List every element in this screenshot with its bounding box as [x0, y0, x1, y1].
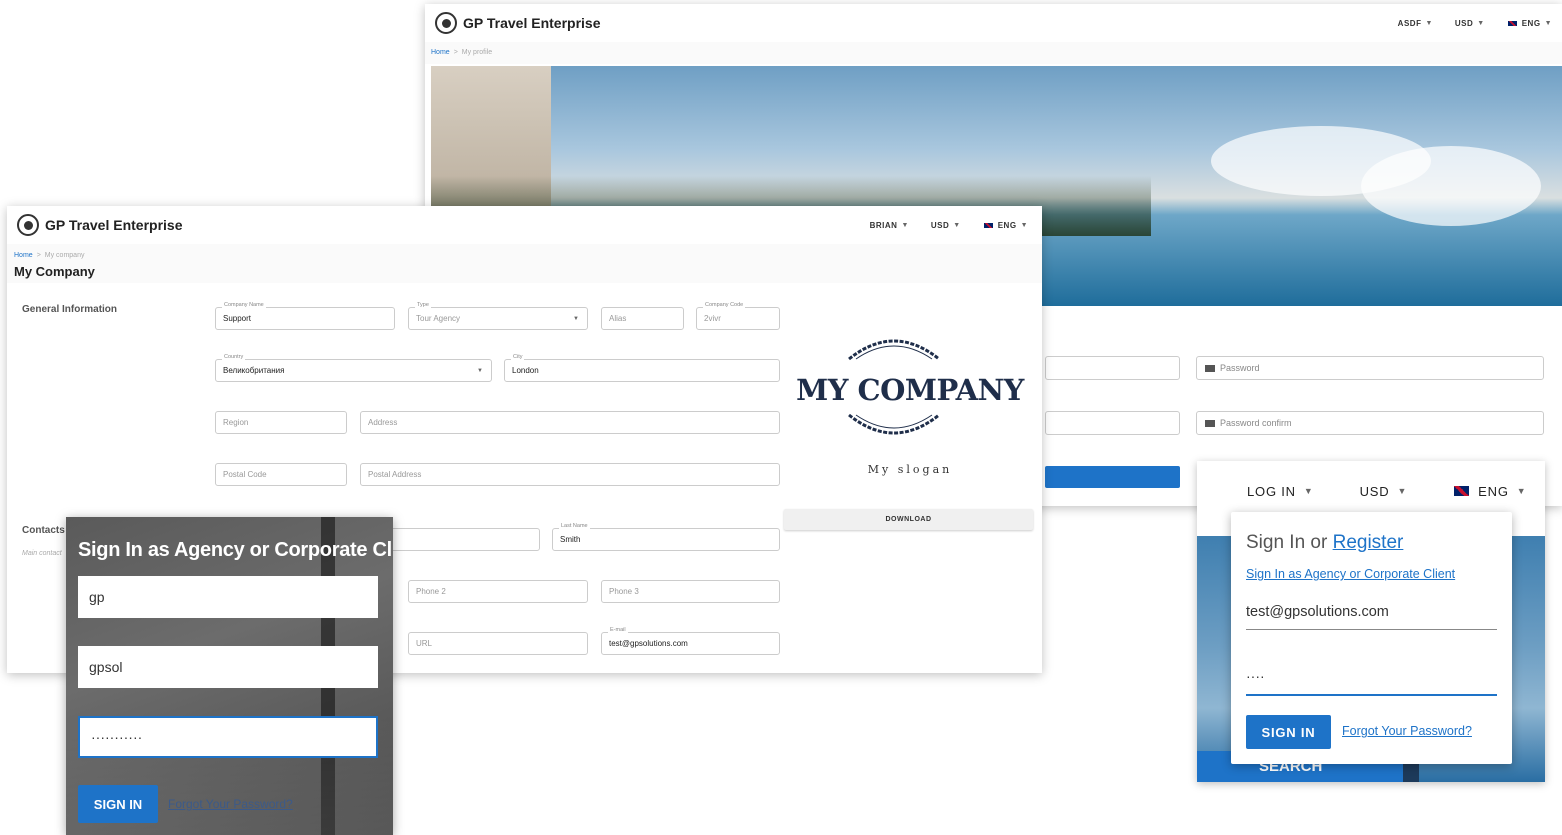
company-code-field[interactable]: Company Code 2vivr	[696, 302, 780, 330]
sign-in-button[interactable]: SIGN IN	[1246, 715, 1331, 749]
email-field[interactable]: E-mail test@gpsolutions.com	[601, 627, 780, 655]
dropdown-arrow-icon: ▼	[573, 315, 579, 322]
breadcrumb: Home > My profile	[425, 42, 1562, 64]
chevron-down-icon: ▼	[901, 221, 909, 229]
profile-save-button[interactable]	[1045, 466, 1180, 488]
page-title: My Company	[14, 264, 95, 279]
breadcrumb-home[interactable]: Home	[14, 252, 33, 259]
login-popup: Sign In or Register Sign In as Agency or…	[1231, 512, 1512, 764]
profile-topbar: GP Travel Enterprise ASDF ▼ USD ▼ ENG ▼	[425, 4, 1562, 42]
login-window: LOG IN ▼ USD ▼ ENG ▼ SEARCH Sign In or Regi…	[1197, 461, 1545, 782]
chevron-down-icon: ▼	[1477, 19, 1485, 27]
language-menu[interactable]: ENG ▼	[982, 221, 1028, 230]
envelope-icon	[1205, 364, 1215, 372]
login-menu[interactable]: LOG IN ▼	[1247, 484, 1314, 499]
password-input[interactable]: ····	[1246, 668, 1497, 696]
chevron-down-icon: ▼	[953, 221, 961, 229]
city-field[interactable]: City London	[504, 354, 780, 382]
forgot-password-link[interactable]: Forgot Your Password?	[1342, 724, 1472, 738]
currency-menu[interactable]: USD ▼	[1455, 19, 1485, 28]
envelope-icon	[1205, 419, 1215, 427]
agency-code-input[interactable]: gp	[78, 576, 378, 618]
chevron-down-icon: ▼	[1397, 486, 1408, 496]
contacts-heading: Contacts	[22, 525, 65, 536]
phone3-field[interactable]: Phone 3	[601, 580, 780, 603]
profile-field-left-1[interactable]	[1045, 356, 1180, 380]
address-field[interactable]: Address	[360, 411, 780, 434]
breadcrumb-home[interactable]: Home	[431, 49, 450, 56]
logo-name: MY COMPANY	[796, 373, 1024, 407]
chevron-down-icon: ▼	[1516, 486, 1527, 496]
sign-in-button[interactable]: SIGN IN	[78, 785, 158, 823]
agency-signin-link[interactable]: Sign In as Agency or Corporate Client	[1246, 567, 1455, 581]
agency-signin-title: Sign In as Agency or Corporate Client	[78, 539, 393, 561]
brand[interactable]: GP Travel Enterprise	[17, 214, 182, 236]
chevron-down-icon: ▼	[1425, 19, 1433, 27]
company-topbar: GP Travel Enterprise BRIAN ▼ USD ▼ ENG ▼	[7, 206, 1042, 244]
agency-signin-window: Sign In as Agency or Corporate Client gp…	[66, 517, 393, 835]
brand[interactable]: GP Travel Enterprise	[435, 12, 600, 34]
logo-bottom-arc-icon	[848, 413, 940, 435]
brand-logo-icon	[435, 12, 457, 34]
forgot-password-link[interactable]: Forgot Your Password?	[168, 797, 293, 811]
currency-menu[interactable]: USD ▼	[931, 221, 961, 230]
country-select[interactable]: Country Великобритания ▼	[215, 354, 492, 382]
password-input[interactable]: ···········	[78, 716, 378, 758]
postal-address-field[interactable]: Postal Address	[360, 463, 780, 486]
password-field[interactable]: Password	[1196, 356, 1544, 380]
general-info-heading: General Information	[22, 304, 118, 315]
company-logo: MY COMPANY My slogan	[787, 331, 1033, 481]
language-menu[interactable]: ENG ▼	[1506, 19, 1552, 28]
contacts-subheading: Main contact	[22, 550, 62, 557]
login-heading: Sign In or Register	[1246, 532, 1404, 553]
language-menu[interactable]: ENG ▼	[1453, 484, 1526, 499]
login-input[interactable]: gpsol	[78, 646, 378, 688]
type-select[interactable]: Type Tour Agency ▼	[408, 302, 588, 330]
dropdown-arrow-icon: ▼	[477, 367, 483, 374]
last-name-field[interactable]: Last Name Smith	[552, 523, 780, 551]
chevron-down-icon: ▼	[1303, 486, 1314, 496]
uk-flag-icon	[1453, 485, 1471, 497]
uk-flag-icon	[982, 221, 994, 229]
chevron-down-icon: ▼	[1020, 221, 1028, 229]
breadcrumb: Home > My company	[14, 252, 85, 259]
company-topnav: BRIAN ▼ USD ▼ ENG ▼	[870, 221, 1028, 230]
alias-field[interactable]: Alias	[601, 307, 684, 330]
download-button[interactable]: DOWNLOAD	[784, 509, 1033, 530]
breadcrumb-current: My company	[44, 252, 85, 259]
logo-slogan: My slogan	[867, 463, 953, 476]
page-header: Home > My company My Company	[7, 244, 1042, 283]
profile-topnav: ASDF ▼ USD ▼ ENG ▼	[1398, 19, 1552, 28]
phone2-field[interactable]: Phone 2	[408, 580, 588, 603]
logo-top-arc-icon	[848, 339, 940, 361]
currency-menu[interactable]: USD ▼	[1360, 484, 1408, 499]
user-menu[interactable]: ASDF ▼	[1398, 19, 1433, 28]
region-field[interactable]: Region	[215, 411, 347, 434]
brand-name: GP Travel Enterprise	[463, 15, 601, 31]
url-field[interactable]: URL	[408, 632, 588, 655]
profile-field-left-2[interactable]	[1045, 411, 1180, 435]
postal-code-field[interactable]: Postal Code	[215, 463, 347, 486]
breadcrumb-current: My profile	[461, 49, 493, 56]
register-link[interactable]: Register	[1333, 532, 1404, 553]
user-menu[interactable]: BRIAN ▼	[870, 221, 909, 230]
uk-flag-icon	[1506, 19, 1518, 27]
email-input[interactable]: test@gpsolutions.com	[1246, 604, 1497, 630]
company-name-field[interactable]: Company Name Support	[215, 302, 395, 330]
brand-name: GP Travel Enterprise	[45, 217, 183, 233]
password-confirm-field[interactable]: Password confirm	[1196, 411, 1544, 435]
chevron-down-icon: ▼	[1544, 19, 1552, 27]
brand-logo-icon	[17, 214, 39, 236]
